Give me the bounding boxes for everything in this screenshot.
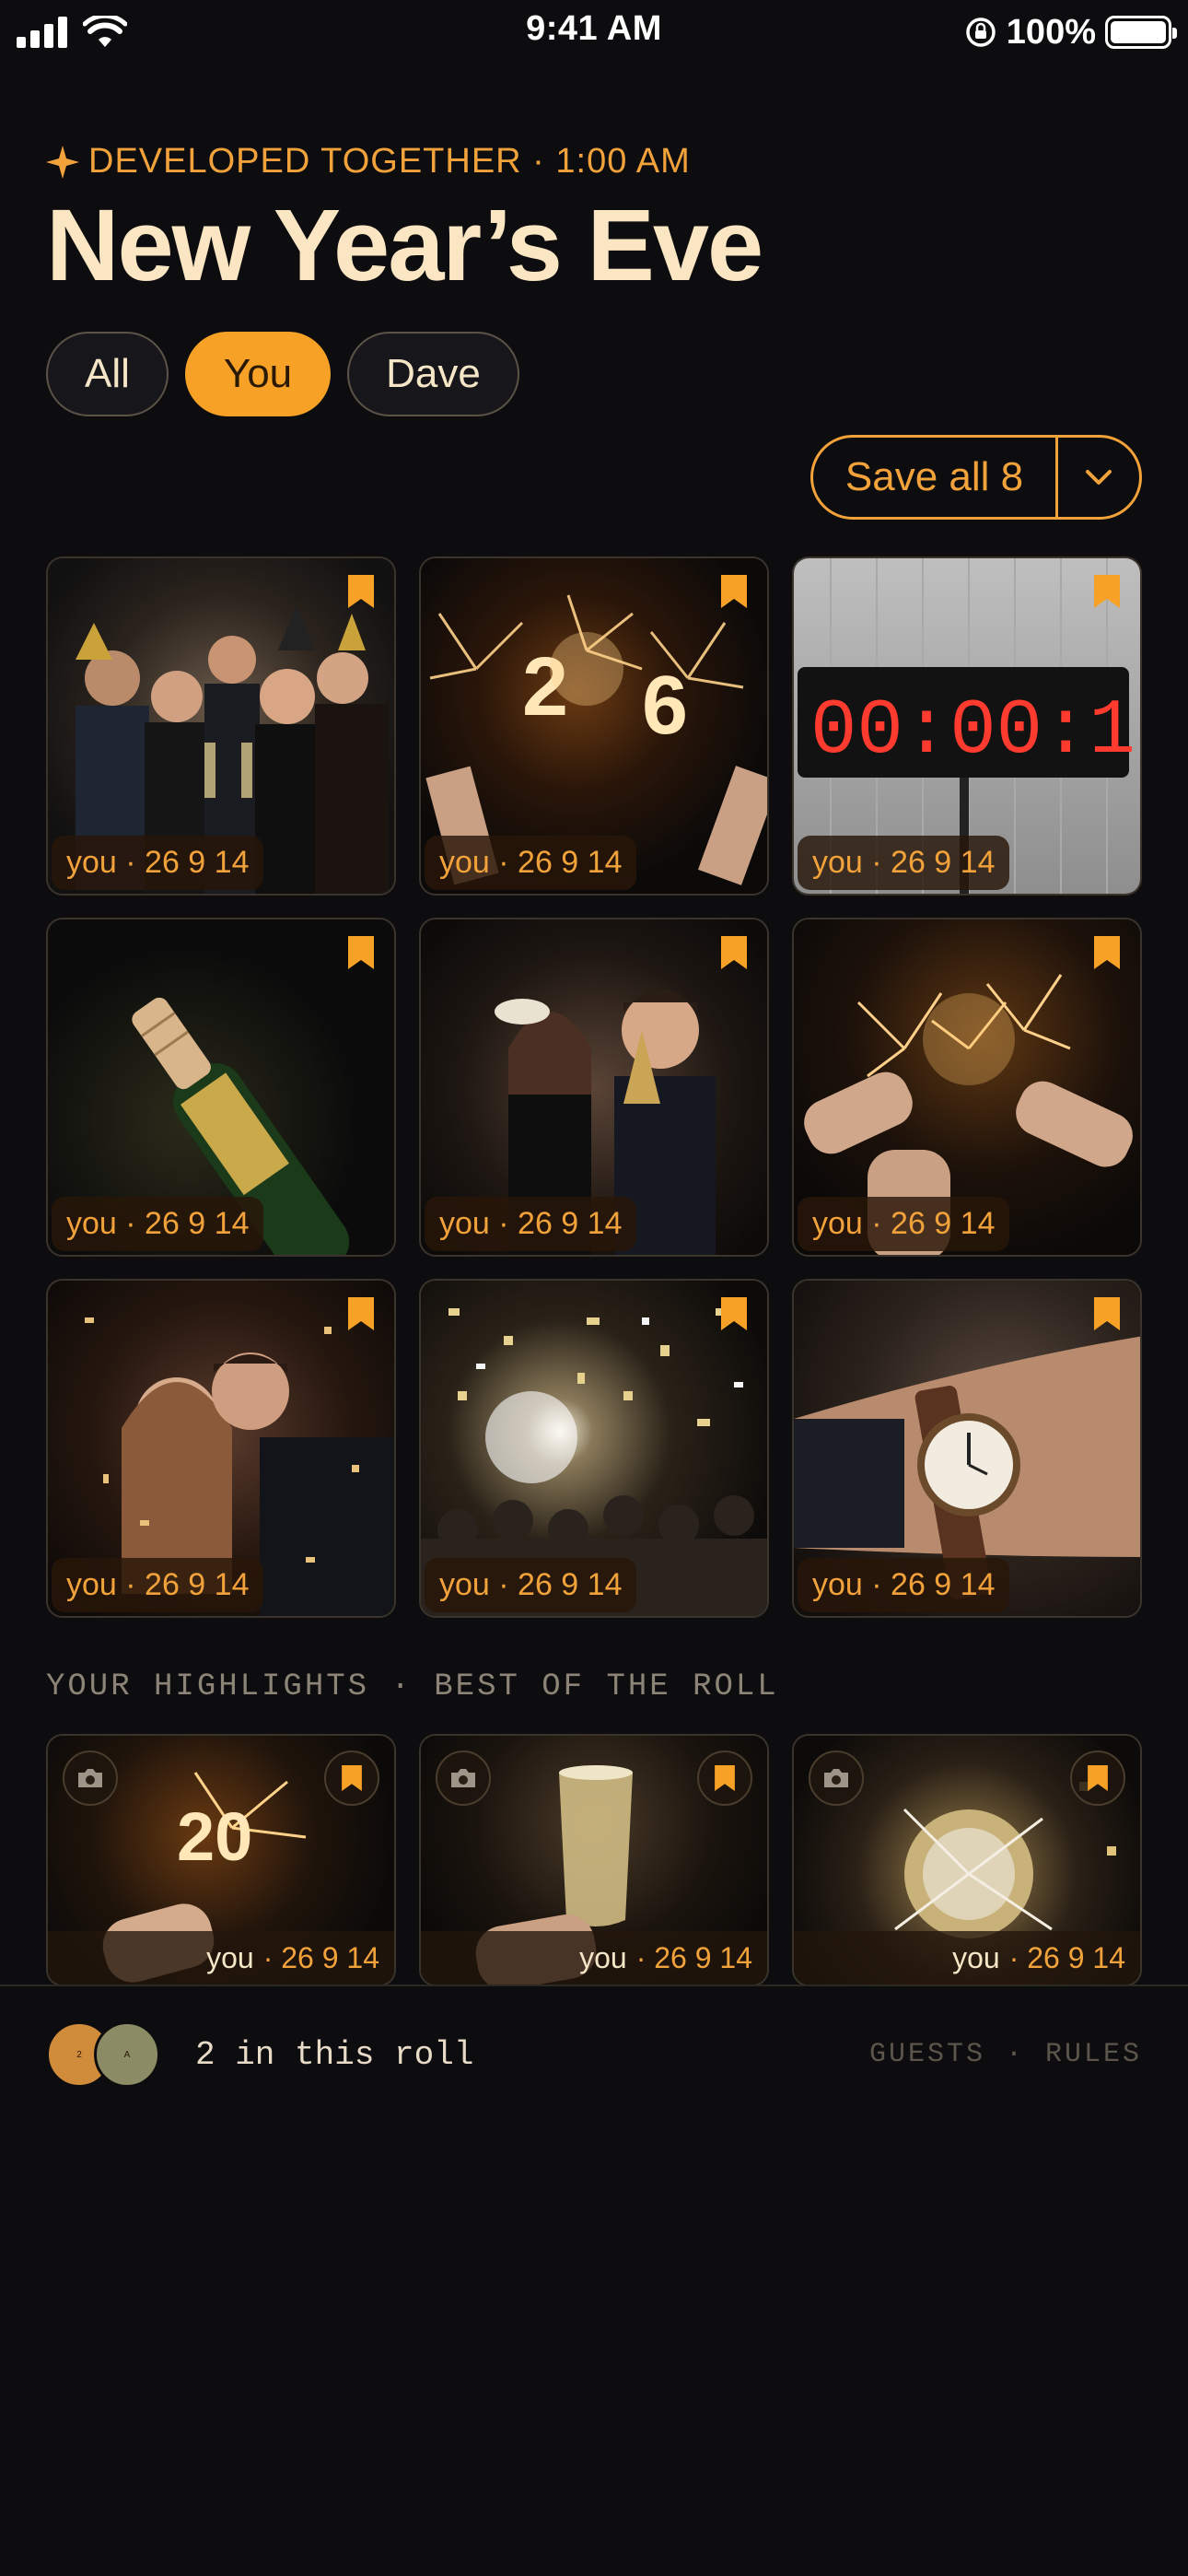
photo-caption: you · 26 9 14 <box>52 1197 264 1251</box>
save-all-button[interactable]: Save all 8 <box>813 438 1058 517</box>
footer-separator: · <box>1005 2039 1025 2070</box>
bookmark-icon[interactable] <box>721 575 747 608</box>
bookmark-icon[interactable] <box>721 936 747 969</box>
battery-icon <box>1105 16 1177 49</box>
camera-icon <box>436 1751 491 1806</box>
filter-dave[interactable]: Dave <box>347 332 519 416</box>
filter-chips: All You Dave <box>46 332 519 416</box>
photo-tile[interactable]: you · 26 9 14 <box>46 556 396 896</box>
photo-caption: you · 26 9 14 <box>425 836 637 890</box>
photo-caption: you · 26 9 14 <box>798 1197 1010 1251</box>
filter-all[interactable]: All <box>46 332 169 416</box>
bookmark-icon[interactable] <box>1070 1751 1125 1806</box>
bookmark-icon[interactable] <box>348 936 374 969</box>
highlight-date: · 26 9 14 <box>1008 1940 1125 1974</box>
page-title: New Year’s Eve <box>46 189 763 302</box>
photo-tile[interactable]: you · 26 9 14 <box>419 1279 769 1618</box>
highlight-tile[interactable]: 20 you · 26 9 14 <box>46 1734 396 1986</box>
rules-link[interactable]: RULES <box>1045 2039 1142 2070</box>
filter-you[interactable]: You <box>184 332 332 416</box>
highlight-caption: you · 26 9 14 <box>794 1931 1140 1985</box>
photo-caption: you · 26 9 14 <box>425 1558 637 1612</box>
highlight-tile[interactable]: you · 26 9 14 <box>792 1734 1142 1986</box>
photo-tile[interactable]: you · 26 9 14 <box>419 918 769 1257</box>
participant-avatars[interactable]: 2 A <box>46 2021 160 2088</box>
photo-caption: you · 26 9 14 <box>52 1558 264 1612</box>
highlight-owner: you <box>206 1940 254 1974</box>
svg-text:6: 6 <box>642 660 688 752</box>
bookmark-icon[interactable] <box>348 1297 374 1330</box>
clock-readout: 00:00:10 <box>810 688 1142 776</box>
photo-tile[interactable]: 00:00:10 you · 26 9 14 <box>792 556 1142 896</box>
bookmark-icon[interactable] <box>721 1297 747 1330</box>
photo-tile[interactable]: you · 26 9 14 <box>792 918 1142 1257</box>
bookmark-icon[interactable] <box>697 1751 752 1806</box>
photo-caption: you · 26 9 14 <box>798 1558 1010 1612</box>
photo-caption: you · 26 9 14 <box>425 1197 637 1251</box>
eyebrow: DEVELOPED TOGETHER · 1:00 AM <box>46 142 691 181</box>
photo-tile[interactable]: 2 6 you · 26 9 14 <box>419 556 769 896</box>
bookmark-icon[interactable] <box>1094 1297 1120 1330</box>
status-time: 9:41 AM <box>526 9 662 48</box>
roll-count: 2 in this roll <box>195 2035 474 2074</box>
photo-caption: you · 26 9 14 <box>52 836 264 890</box>
highlights-row: 20 you · 26 9 14 you · 26 9 14 you · 26 … <box>46 1734 1142 1986</box>
photo-tile[interactable]: you · 26 9 14 <box>46 918 396 1257</box>
photo-grid: you · 26 9 14 2 6 you · 26 9 14 00:00:1 … <box>46 556 1142 1618</box>
bookmark-icon[interactable] <box>324 1751 379 1806</box>
chevron-down-icon <box>1086 470 1112 485</box>
footer-links: GUESTS · RULES <box>869 2039 1142 2070</box>
bookmark-icon[interactable] <box>1094 575 1120 608</box>
guests-link[interactable]: GUESTS <box>869 2039 985 2070</box>
eyebrow-text: DEVELOPED TOGETHER · 1:00 AM <box>88 142 691 181</box>
highlight-date: · 26 9 14 <box>262 1940 379 1974</box>
highlight-owner: you <box>579 1940 627 1974</box>
highlight-owner: you <box>952 1940 1000 1974</box>
highlights-heading: YOUR HIGHLIGHTS · BEST OF THE ROLL <box>46 1669 779 1704</box>
highlight-caption: you · 26 9 14 <box>421 1931 767 1985</box>
highlight-tile[interactable]: you · 26 9 14 <box>419 1734 769 1986</box>
photo-tile[interactable]: you · 26 9 14 <box>46 1279 396 1618</box>
status-bar: 9:41 AM 100% <box>0 0 1188 64</box>
avatar: A <box>94 2021 160 2088</box>
bookmark-icon[interactable] <box>1094 936 1120 969</box>
highlight-caption: you · 26 9 14 <box>48 1931 394 1985</box>
camera-icon <box>63 1751 118 1806</box>
bookmark-icon[interactable] <box>348 575 374 608</box>
sparkler-text: 20 <box>177 1798 252 1875</box>
bottom-bar: 2 A 2 in this roll GUESTS · RULES <box>0 1985 1188 2123</box>
highlight-date: · 26 9 14 <box>635 1940 752 1974</box>
photo-tile[interactable]: you · 26 9 14 <box>792 1279 1142 1618</box>
save-all-group: Save all 8 <box>810 435 1142 520</box>
camera-icon <box>809 1751 864 1806</box>
sparkle-icon <box>46 145 79 179</box>
photo-caption: you · 26 9 14 <box>798 836 1010 890</box>
save-options-button[interactable] <box>1058 438 1139 517</box>
